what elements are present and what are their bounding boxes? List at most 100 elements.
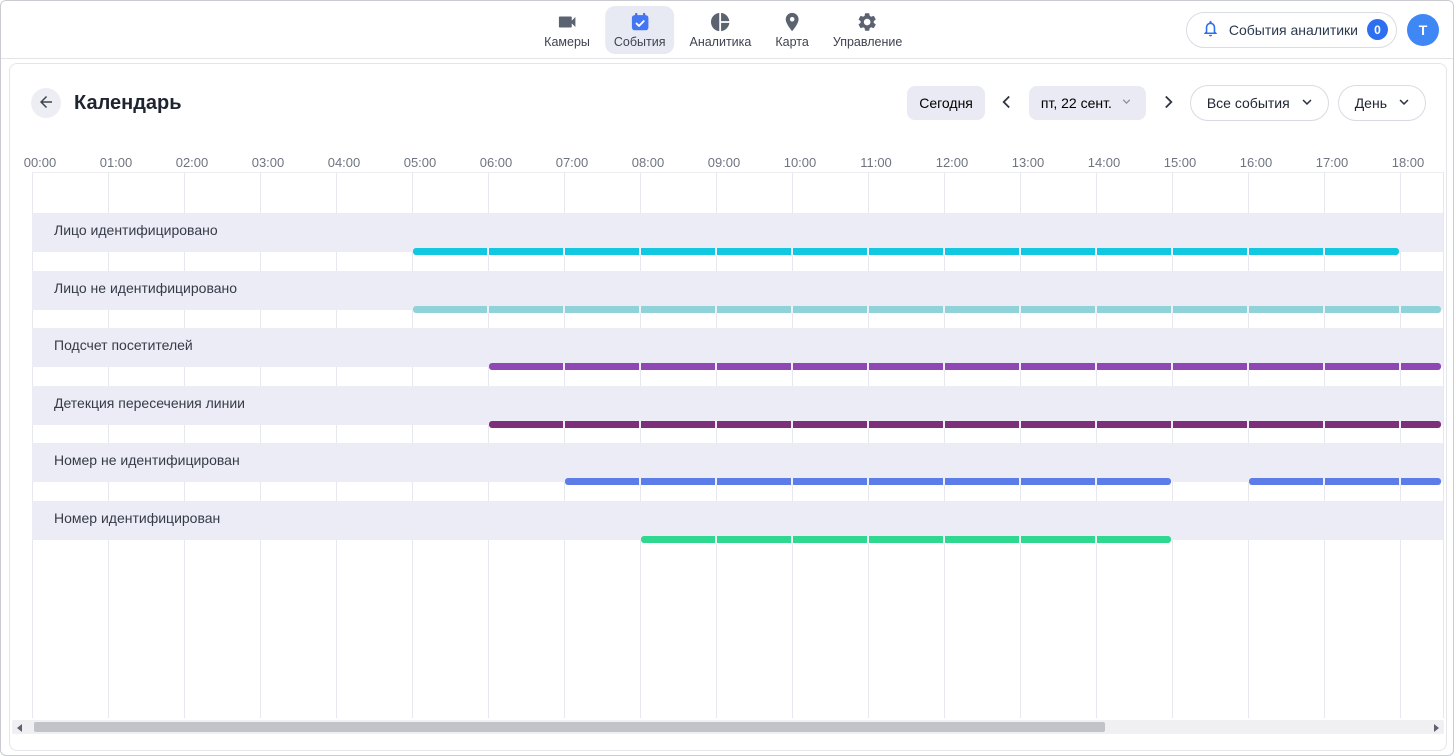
topbar-right: События аналитики 0 T bbox=[1186, 1, 1439, 58]
hour-tick-label: 12:00 bbox=[936, 155, 969, 170]
hour-notch bbox=[715, 363, 717, 370]
hour-tick-label: 02:00 bbox=[176, 155, 209, 170]
event-row-label: Подсчет посетителей bbox=[54, 337, 193, 353]
next-day-button[interactable] bbox=[1155, 90, 1181, 116]
chevron-left-icon bbox=[996, 91, 1018, 116]
horizontal-scrollbar[interactable] bbox=[12, 720, 1444, 734]
hour-notch bbox=[791, 421, 793, 428]
hour-tick-label: 05:00 bbox=[404, 155, 437, 170]
hour-notch bbox=[943, 478, 945, 485]
event-segment[interactable] bbox=[489, 421, 1441, 428]
hour-notch bbox=[1171, 421, 1173, 428]
hour-notch bbox=[1399, 306, 1401, 313]
nav-item-events[interactable]: События bbox=[605, 6, 675, 54]
event-row-band bbox=[32, 328, 1443, 367]
hour-tick-label: 08:00 bbox=[632, 155, 665, 170]
date-label: пт, 22 сент. bbox=[1041, 95, 1112, 111]
event-row-label: Лицо не идентифицировано bbox=[54, 280, 237, 296]
hour-tick-label: 10:00 bbox=[784, 155, 817, 170]
nav-item-map[interactable]: Карта bbox=[766, 6, 817, 54]
hour-notch bbox=[1323, 421, 1325, 428]
event-segment[interactable] bbox=[1249, 478, 1441, 485]
hour-notch bbox=[1247, 363, 1249, 370]
hour-notch bbox=[563, 306, 565, 313]
user-avatar[interactable]: T bbox=[1407, 14, 1439, 46]
hour-tick-label: 13:00 bbox=[1012, 155, 1045, 170]
nav-item-management[interactable]: Управление bbox=[824, 6, 912, 54]
date-selector[interactable]: пт, 22 сент. bbox=[1029, 86, 1146, 120]
event-segment[interactable] bbox=[413, 248, 1399, 255]
calendar-check-icon bbox=[629, 11, 651, 33]
hour-notch bbox=[1019, 478, 1021, 485]
hour-notch bbox=[943, 306, 945, 313]
hour-notch bbox=[1323, 363, 1325, 370]
today-button[interactable]: Сегодня bbox=[907, 86, 985, 120]
hour-notch bbox=[867, 536, 869, 543]
event-row-label: Лицо идентифицировано bbox=[54, 222, 218, 238]
hour-notch bbox=[791, 248, 793, 255]
hour-notch bbox=[487, 306, 489, 313]
hour-notch bbox=[639, 478, 641, 485]
events-timeline: 00:0001:0002:0003:0004:0005:0006:0007:00… bbox=[10, 142, 1446, 720]
pie-chart-icon bbox=[709, 11, 731, 33]
videocam-icon bbox=[556, 11, 578, 33]
gear-icon bbox=[857, 11, 879, 33]
hour-notch bbox=[791, 363, 793, 370]
hour-notch bbox=[1323, 306, 1325, 313]
hour-notch bbox=[1095, 478, 1097, 485]
hour-notch bbox=[639, 421, 641, 428]
analytics-events-button[interactable]: События аналитики 0 bbox=[1186, 12, 1397, 48]
hour-tick-label: 11:00 bbox=[860, 155, 892, 170]
nav-label: Управление bbox=[833, 36, 903, 49]
scroll-left-arrow-icon[interactable] bbox=[17, 724, 22, 732]
hour-tick-label: 07:00 bbox=[556, 155, 589, 170]
hour-tick-label: 06:00 bbox=[480, 155, 513, 170]
nav-item-cameras[interactable]: Камеры bbox=[535, 6, 599, 54]
hour-notch bbox=[639, 248, 641, 255]
grid-line bbox=[1443, 172, 1444, 718]
chevron-down-icon bbox=[1119, 94, 1134, 112]
hour-notch bbox=[791, 478, 793, 485]
event-segment[interactable] bbox=[489, 363, 1441, 370]
period-dropdown[interactable]: День bbox=[1338, 85, 1426, 121]
hour-notch bbox=[1019, 248, 1021, 255]
event-segment[interactable] bbox=[641, 536, 1171, 543]
notifications-count-badge: 0 bbox=[1367, 19, 1388, 40]
calendar-controls: Сегодня пт, 22 сент. Все события День bbox=[907, 85, 1426, 121]
back-button[interactable] bbox=[31, 88, 61, 118]
event-row-band bbox=[32, 213, 1443, 252]
hour-tick-label: 17:00 bbox=[1316, 155, 1349, 170]
hour-notch bbox=[1399, 421, 1401, 428]
hour-notch bbox=[1171, 363, 1173, 370]
hour-notch bbox=[1019, 536, 1021, 543]
prev-day-button[interactable] bbox=[994, 90, 1020, 116]
hour-tick-label: 18:00 bbox=[1392, 155, 1425, 170]
event-segment[interactable] bbox=[413, 306, 1441, 313]
hour-notch bbox=[715, 248, 717, 255]
hour-notch bbox=[715, 306, 717, 313]
hour-notch bbox=[867, 306, 869, 313]
hour-notch bbox=[867, 248, 869, 255]
hour-notch bbox=[867, 421, 869, 428]
hour-tick-label: 01:00 bbox=[100, 155, 133, 170]
page-title: Календарь bbox=[74, 92, 182, 115]
nav-item-analytics[interactable]: Аналитика bbox=[680, 6, 760, 54]
hour-notch bbox=[1095, 421, 1097, 428]
scrollbar-thumb[interactable] bbox=[34, 722, 1105, 732]
events-filter-dropdown[interactable]: Все события bbox=[1190, 85, 1329, 121]
hour-notch bbox=[563, 363, 565, 370]
event-row-label: Номер идентифицирован bbox=[54, 510, 220, 526]
hour-notch bbox=[1019, 306, 1021, 313]
events-filter-label: Все события bbox=[1207, 95, 1290, 111]
hour-notch bbox=[1247, 421, 1249, 428]
hour-notch bbox=[715, 421, 717, 428]
scroll-right-arrow-icon[interactable] bbox=[1434, 724, 1439, 732]
hour-notch bbox=[1323, 248, 1325, 255]
event-row-band bbox=[32, 443, 1443, 482]
event-row-label: Номер не идентифицирован bbox=[54, 452, 240, 468]
hour-tick-label: 14:00 bbox=[1088, 155, 1121, 170]
event-row-label: Детекция пересечения линии bbox=[54, 395, 245, 411]
app-window: Камеры События Аналитика Карта Управлени… bbox=[0, 0, 1454, 756]
hour-tick-label: 04:00 bbox=[328, 155, 361, 170]
chevron-down-icon bbox=[1395, 93, 1413, 114]
